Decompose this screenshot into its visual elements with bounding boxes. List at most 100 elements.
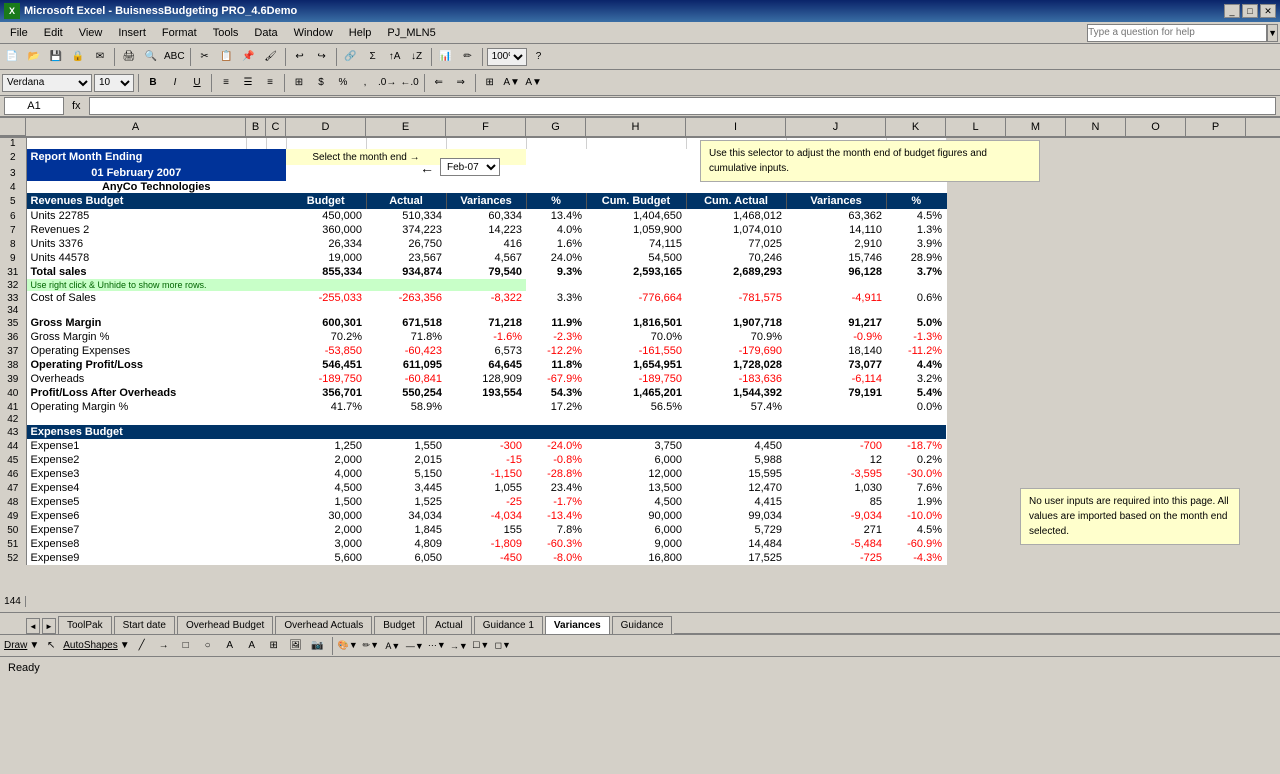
- cell-k51[interactable]: -60.9%: [886, 537, 946, 551]
- menu-view[interactable]: View: [71, 25, 111, 41]
- cell-a50[interactable]: Expense7: [26, 523, 246, 537]
- col-header-b[interactable]: B: [246, 118, 266, 136]
- cell-a3[interactable]: 01 February 2007: [26, 165, 246, 181]
- col-header-e[interactable]: E: [366, 118, 446, 136]
- tab-actual[interactable]: Actual: [426, 616, 472, 634]
- cell-h45[interactable]: 6,000: [586, 453, 686, 467]
- cell-g36[interactable]: -2.3%: [526, 330, 586, 344]
- help-search-input[interactable]: [1087, 24, 1267, 42]
- cell-e45[interactable]: 2,015: [366, 453, 446, 467]
- cell-a8[interactable]: Units 3376: [26, 237, 246, 251]
- cell-j31[interactable]: 96,128: [786, 265, 886, 279]
- cell-j46[interactable]: -3,595: [786, 467, 886, 481]
- cell-j33[interactable]: -4,911: [786, 291, 886, 305]
- cell-d47[interactable]: 4,500: [286, 481, 366, 495]
- menu-edit[interactable]: Edit: [36, 25, 71, 41]
- cell-j47[interactable]: 1,030: [786, 481, 886, 495]
- cell-d44[interactable]: 1,250: [286, 439, 366, 453]
- merge-center[interactable]: ⊞: [289, 73, 309, 93]
- cell-a35[interactable]: Gross Margin: [26, 316, 246, 330]
- cell-i35[interactable]: 1,907,718: [686, 316, 786, 330]
- help-search-button[interactable]: ▼: [1267, 24, 1278, 42]
- col-header-j[interactable]: J: [786, 118, 886, 136]
- font-name-select[interactable]: Verdana Arial Times New Roman: [2, 74, 92, 92]
- cell-a2[interactable]: Report Month Ending: [26, 149, 246, 165]
- textbox-tool[interactable]: A: [220, 636, 240, 656]
- cell-a44[interactable]: Expense1: [26, 439, 246, 453]
- cell-k45[interactable]: 0.2%: [886, 453, 946, 467]
- font-color-draw[interactable]: A▼: [383, 636, 403, 656]
- col-header-m[interactable]: M: [1006, 118, 1066, 136]
- line-color-draw[interactable]: ✏▼: [361, 636, 381, 656]
- email-button[interactable]: ✉: [90, 47, 110, 67]
- cell-i49[interactable]: 99,034: [686, 509, 786, 523]
- cell-d48[interactable]: 1,500: [286, 495, 366, 509]
- cell-h33[interactable]: -776,664: [586, 291, 686, 305]
- cell-k46[interactable]: -30.0%: [886, 467, 946, 481]
- oval-tool[interactable]: ○: [198, 636, 218, 656]
- cell-a47[interactable]: Expense4: [26, 481, 246, 495]
- cell-h6[interactable]: 1,404,650: [586, 209, 686, 223]
- draw-label[interactable]: Draw: [4, 640, 27, 651]
- cell-f48[interactable]: -25: [446, 495, 526, 509]
- cell-a6[interactable]: Units 22785: [26, 209, 246, 223]
- permission-button[interactable]: 🔒: [68, 47, 88, 67]
- cell-a38[interactable]: Operating Profit/Loss: [26, 358, 246, 372]
- tab-guidance[interactable]: Guidance: [612, 616, 673, 634]
- cell-h50[interactable]: 6,000: [586, 523, 686, 537]
- cell-a1[interactable]: [26, 138, 246, 149]
- drawing-button[interactable]: ✏: [458, 47, 478, 67]
- clipart-tool[interactable]: 🖼: [286, 636, 306, 656]
- month-selector-container[interactable]: Jan-07 Feb-07 Mar-07 Apr-07 May-07 Jun-0…: [440, 158, 500, 176]
- cell-k47[interactable]: 7.6%: [886, 481, 946, 495]
- cell-f40[interactable]: 193,554: [446, 386, 526, 400]
- cell-f47[interactable]: 1,055: [446, 481, 526, 495]
- cell-a31[interactable]: Total sales: [26, 265, 246, 279]
- align-left[interactable]: ≡: [216, 73, 236, 93]
- cell-g40[interactable]: 54.3%: [526, 386, 586, 400]
- col-header-p[interactable]: P: [1186, 118, 1246, 136]
- tab-overhead-budget[interactable]: Overhead Budget: [177, 616, 273, 634]
- menu-help[interactable]: Help: [341, 25, 380, 41]
- cell-f35[interactable]: 71,218: [446, 316, 526, 330]
- cell-a49[interactable]: Expense6: [26, 509, 246, 523]
- cell-i37[interactable]: -179,690: [686, 344, 786, 358]
- font-size-select[interactable]: 10 8 12 14: [94, 74, 134, 92]
- cell-i8[interactable]: 77,025: [686, 237, 786, 251]
- autoshapes-label[interactable]: AutoShapes: [63, 640, 118, 651]
- cell-j48[interactable]: 85: [786, 495, 886, 509]
- cell-g52[interactable]: -8.0%: [526, 551, 586, 565]
- menu-insert[interactable]: Insert: [110, 25, 154, 41]
- menu-pj[interactable]: PJ_MLN5: [379, 25, 443, 41]
- cell-h51[interactable]: 9,000: [586, 537, 686, 551]
- cell-h35[interactable]: 1,816,501: [586, 316, 686, 330]
- cell-h39[interactable]: -189,750: [586, 372, 686, 386]
- cell-d41[interactable]: 41.7%: [286, 400, 366, 414]
- cell-a48[interactable]: Expense5: [26, 495, 246, 509]
- cell-g45[interactable]: -0.8%: [526, 453, 586, 467]
- cell-e36[interactable]: 71.8%: [366, 330, 446, 344]
- cell-i44[interactable]: 4,450: [686, 439, 786, 453]
- cell-k52[interactable]: -4.3%: [886, 551, 946, 565]
- cell-g38[interactable]: 11.8%: [526, 358, 586, 372]
- cell-d38[interactable]: 546,451: [286, 358, 366, 372]
- print-button[interactable]: 🖨: [119, 47, 139, 67]
- tab-toolpak[interactable]: ToolPak: [58, 616, 112, 634]
- cell-j40[interactable]: 79,191: [786, 386, 886, 400]
- save-button[interactable]: 💾: [46, 47, 66, 67]
- font-color[interactable]: A▼: [524, 73, 544, 93]
- cell-i45[interactable]: 5,988: [686, 453, 786, 467]
- cell-j7[interactable]: 14,110: [786, 223, 886, 237]
- italic-button[interactable]: I: [165, 73, 185, 93]
- cell-i50[interactable]: 5,729: [686, 523, 786, 537]
- cell-a37[interactable]: Operating Expenses: [26, 344, 246, 358]
- cell-g44[interactable]: -24.0%: [526, 439, 586, 453]
- cell-e1[interactable]: [366, 138, 446, 149]
- cut-button[interactable]: ✂: [195, 47, 215, 67]
- bold-button[interactable]: B: [143, 73, 163, 93]
- cell-j38[interactable]: 73,077: [786, 358, 886, 372]
- cell-h36[interactable]: 70.0%: [586, 330, 686, 344]
- cell-d8[interactable]: 26,334: [286, 237, 366, 251]
- arrow-style[interactable]: →▼: [449, 636, 469, 656]
- increase-indent[interactable]: ⇒: [451, 73, 471, 93]
